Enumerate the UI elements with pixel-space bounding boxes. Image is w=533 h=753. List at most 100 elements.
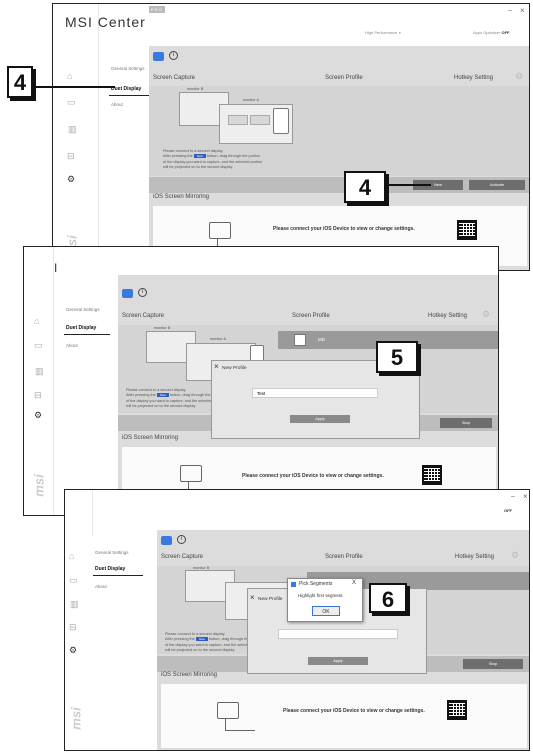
sidebar: ⌂ ▭ ▥ ⊟ ⚙ msi bbox=[24, 247, 54, 515]
pick-dialog-title: Pick Segments bbox=[299, 581, 333, 587]
screenshot-step-6: – × OFF ⌂ ▭ ▥ ⊟ ⚙ msi General Settings D… bbox=[64, 489, 530, 751]
ios-mirroring-title: iOS Screen Mirroring bbox=[122, 435, 179, 441]
sidebar-logo: msi bbox=[31, 474, 47, 497]
profile-name-input[interactable] bbox=[252, 388, 378, 398]
settings-icon[interactable]: ⚙ bbox=[69, 646, 77, 655]
monitor-a-label: monitor A bbox=[210, 337, 227, 341]
app-name: MSI Center bbox=[65, 14, 146, 30]
sidebar-logo: msi bbox=[68, 707, 84, 730]
chart-icon[interactable]: ▥ bbox=[35, 367, 44, 376]
dialog-title: New Profile bbox=[222, 366, 247, 371]
apps-optimizer-toggle[interactable]: OFF bbox=[504, 508, 512, 513]
dialog-close-icon[interactable]: × bbox=[214, 362, 219, 371]
screen-profile-title: Screen Profile bbox=[325, 75, 363, 81]
ios-mirroring-title: iOS Screen Mirroring bbox=[161, 672, 218, 678]
pick-close-icon[interactable]: X bbox=[352, 580, 356, 586]
submenu-general-settings[interactable]: General Settings bbox=[111, 66, 145, 71]
submenu-about[interactable]: About bbox=[66, 343, 78, 348]
tablet-icon bbox=[180, 465, 202, 482]
settings-submenu: General Settings Duet Display About bbox=[54, 297, 118, 515]
apply-button[interactable]: Apply bbox=[290, 415, 350, 423]
settings-icon[interactable]: ⚙ bbox=[34, 411, 42, 420]
activate-button[interactable]: Activate bbox=[469, 180, 525, 190]
monitor-icon[interactable]: ▭ bbox=[34, 341, 43, 350]
segment-2 bbox=[250, 115, 270, 125]
profile-name: MD bbox=[318, 337, 325, 342]
screen-capture-title: Screen Capture bbox=[161, 554, 204, 560]
home-icon[interactable]: ⌂ bbox=[67, 72, 72, 81]
pick-app-icon bbox=[291, 582, 296, 587]
toolbox-icon[interactable]: ⊟ bbox=[69, 623, 77, 632]
tablet-icon bbox=[209, 222, 231, 239]
gear-icon[interactable]: ⚙ bbox=[515, 72, 523, 81]
minimize-button[interactable]: – bbox=[508, 7, 512, 14]
active-underline bbox=[93, 575, 143, 576]
ios-connect-message: Please connect your iOS Device to view o… bbox=[273, 226, 415, 232]
profile-icon bbox=[294, 334, 306, 346]
toolbox-icon[interactable]: ⊟ bbox=[34, 391, 42, 400]
close-button[interactable]: × bbox=[520, 6, 525, 15]
settings-submenu: General Settings Duet Display About bbox=[99, 46, 151, 270]
screenshot-step-4: ⌂ ▭ ▥ ⊟ ⚙ msi MSI Center PRO High Perfor… bbox=[52, 3, 530, 271]
callout-step-4b: 4 bbox=[344, 171, 386, 203]
screen-capture-title: Screen Capture bbox=[122, 313, 165, 319]
info-icon[interactable]: i bbox=[169, 51, 178, 60]
callout-step-4a: 4 bbox=[7, 66, 33, 98]
submenu-general-settings[interactable]: General Settings bbox=[95, 550, 129, 555]
chart-icon[interactable]: ▥ bbox=[68, 125, 77, 134]
toolbox-icon[interactable]: ⊟ bbox=[67, 152, 75, 161]
settings-icon[interactable]: ⚙ bbox=[67, 175, 75, 184]
monitor-a-label: monitor A bbox=[243, 98, 260, 102]
info-icon[interactable]: i bbox=[177, 535, 186, 544]
submenu-about[interactable]: About bbox=[111, 102, 123, 107]
home-icon[interactable]: ⌂ bbox=[69, 552, 74, 561]
screen-capture-title: Screen Capture bbox=[153, 75, 196, 81]
dialog-title: New Profile bbox=[258, 597, 283, 602]
submenu-duet-display[interactable]: Duet Display bbox=[111, 86, 141, 92]
qr-code bbox=[457, 220, 477, 240]
monitor-icon[interactable]: ▭ bbox=[69, 576, 78, 585]
hotkey-setting-title: Hotkey Setting bbox=[454, 75, 494, 81]
capture-instructions: Please connect to a second display. Afte… bbox=[163, 149, 263, 170]
performance-mode-dropdown[interactable]: High Performance ▼ bbox=[365, 30, 401, 35]
pick-segments-dialog: Pick Segments X Highlight first segment.… bbox=[287, 578, 363, 622]
submenu-duet-display[interactable]: Duet Display bbox=[66, 325, 96, 331]
minimize-button[interactable]: – bbox=[511, 493, 515, 500]
ios-connect-message: Please connect your iOS Device to view o… bbox=[242, 473, 384, 479]
monitor-icon[interactable]: ▭ bbox=[67, 98, 76, 107]
ok-button[interactable]: OK bbox=[312, 606, 340, 616]
tablet-link-line bbox=[225, 719, 255, 731]
screen-profile-title: Screen Profile bbox=[292, 313, 330, 319]
callout-arrow-1 bbox=[35, 86, 115, 88]
ios-mirroring-panel: Please connect your iOS Device to view o… bbox=[161, 684, 527, 748]
profile-name-input[interactable] bbox=[278, 629, 398, 639]
dialog-close-icon[interactable]: × bbox=[250, 593, 255, 602]
duet-logo-icon bbox=[122, 289, 133, 298]
chart-icon[interactable]: ▥ bbox=[70, 600, 79, 609]
submenu-general-settings[interactable]: General Settings bbox=[66, 307, 100, 312]
close-button[interactable]: × bbox=[523, 492, 528, 501]
submenu-duet-display[interactable]: Duet Display bbox=[95, 566, 125, 572]
stop-button[interactable]: Stop bbox=[440, 418, 492, 428]
gear-icon[interactable]: ⚙ bbox=[482, 310, 490, 319]
duet-logo-icon bbox=[153, 52, 164, 61]
hotkey-setting-title: Hotkey Setting bbox=[428, 313, 468, 319]
qr-code bbox=[447, 700, 467, 720]
monitor-b-label: monitor B bbox=[193, 566, 210, 570]
apps-optimizer-toggle[interactable]: Apps Optimizer OFF bbox=[473, 30, 509, 35]
active-underline bbox=[109, 95, 151, 96]
home-icon[interactable]: ⌂ bbox=[34, 317, 39, 326]
gear-icon[interactable]: ⚙ bbox=[511, 551, 519, 560]
monitor-b-label: monitor B bbox=[187, 87, 204, 91]
active-underline bbox=[64, 334, 110, 335]
pro-badge: PRO bbox=[149, 6, 165, 13]
ios-connect-message: Please connect your iOS Device to view o… bbox=[283, 708, 425, 714]
pick-message: Highlight first segment. bbox=[298, 593, 344, 598]
apply-button[interactable]: Apply bbox=[308, 657, 368, 665]
info-icon[interactable]: i bbox=[138, 288, 147, 297]
stop-button[interactable]: Stop bbox=[463, 659, 523, 669]
screen-profile-title: Screen Profile bbox=[325, 554, 363, 560]
monitor-b-label: monitor B bbox=[154, 326, 171, 330]
submenu-about[interactable]: About bbox=[95, 584, 107, 589]
hotkey-setting-title: Hotkey Setting bbox=[455, 554, 495, 560]
